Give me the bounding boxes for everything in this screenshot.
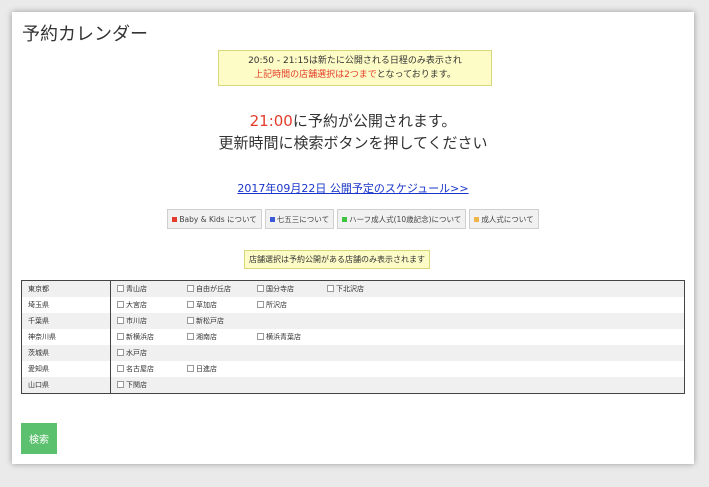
store-checkbox[interactable]: 水戸店: [117, 348, 187, 358]
reservation-panel: 予約カレンダー 20:50 - 21:15は新たに公開される日程のみ表示され 上…: [12, 12, 694, 464]
time-notice: 20:50 - 21:15は新たに公開される日程のみ表示され 上記時間の店舗選択…: [218, 50, 492, 86]
store-options: 水戸店: [111, 345, 685, 361]
store-options: 新横浜店 湘南店 横浜青葉店: [111, 329, 685, 345]
search-button[interactable]: 検索: [21, 423, 57, 454]
store-label: 水戸店: [126, 348, 147, 357]
schedule-link-wrap: 2017年09月22日 公開予定のスケジュール>>: [12, 180, 694, 196]
checkbox-icon[interactable]: [187, 333, 194, 341]
store-label: 名古屋店: [126, 364, 154, 373]
checkbox-icon[interactable]: [117, 349, 124, 357]
category-color-icon: [342, 216, 348, 222]
checkbox-icon[interactable]: [187, 365, 194, 373]
notice-suffix: となっております。: [376, 70, 456, 80]
store-options: 名古屋店 日進店: [111, 361, 685, 377]
store-checkbox[interactable]: 草加店: [187, 300, 257, 310]
store-checkbox[interactable]: 市川店: [117, 316, 187, 326]
page-title: 予約カレンダー: [22, 24, 148, 45]
table-row: 神奈川県 新横浜店 湘南店 横浜青葉店: [21, 329, 685, 345]
store-label: 所沢店: [266, 300, 287, 309]
store-label: 下北沢店: [336, 284, 364, 293]
notice-limit-text: 上記時間の店舗選択は2つまで: [254, 70, 377, 80]
store-checkbox[interactable]: 横浜青葉店: [257, 332, 327, 342]
store-checkbox[interactable]: 下関店: [117, 380, 187, 390]
checkbox-icon[interactable]: [117, 381, 124, 389]
checkbox-icon[interactable]: [117, 301, 124, 309]
prefecture-label: 東京都: [21, 280, 111, 297]
publish-time: 21:00: [249, 112, 293, 130]
table-row: 山口県 下関店: [21, 377, 685, 394]
store-note: 店舗選択は予約公開がある店舗のみ表示されます: [244, 250, 430, 269]
category-tag-label: 成人式について: [481, 214, 534, 224]
store-checkbox[interactable]: 日進店: [187, 364, 257, 374]
store-label: 自由が丘店: [196, 284, 231, 293]
store-label: 新松戸店: [196, 316, 224, 325]
store-checkbox[interactable]: 青山店: [117, 284, 187, 294]
store-checkbox[interactable]: 自由が丘店: [187, 284, 257, 294]
store-label: 日進店: [196, 364, 217, 373]
announce-line1-text: に予約が公開されます。: [292, 112, 457, 130]
notice-line2: 上記時間の店舗選択は2つまでとなっております。: [221, 68, 489, 82]
prefecture-label: 山口県: [21, 377, 111, 394]
checkbox-icon[interactable]: [117, 317, 124, 325]
prefecture-label: 神奈川県: [21, 329, 111, 345]
announce-line2: 更新時間に検索ボタンを押してください: [218, 134, 488, 152]
category-tag-label: Baby & Kids について: [179, 214, 257, 224]
store-options: 青山店 自由が丘店 国分寺店 下北沢店: [111, 281, 685, 298]
store-options: 市川店 新松戸店: [111, 313, 685, 329]
checkbox-icon[interactable]: [257, 301, 264, 309]
store-options: 大宮店 草加店 所沢店: [111, 297, 685, 313]
prefecture-label: 茨城県: [21, 345, 111, 361]
store-options: 下関店: [111, 377, 685, 394]
checkbox-icon[interactable]: [257, 285, 264, 293]
category-tags: Baby & Kids について 七五三について ハーフ成人式(10歳記念)について…: [12, 209, 694, 229]
store-label: 市川店: [126, 316, 147, 325]
store-label: 草加店: [196, 300, 217, 309]
store-label: 横浜青葉店: [266, 332, 301, 341]
category-tag-2[interactable]: ハーフ成人式(10歳記念)について: [337, 209, 467, 229]
table-row: 愛知県 名古屋店 日進店: [21, 361, 685, 377]
category-tag-3[interactable]: 成人式について: [469, 209, 539, 229]
store-label: 大宮店: [126, 300, 147, 309]
category-color-icon: [474, 216, 480, 222]
store-checkbox[interactable]: 国分寺店: [257, 284, 327, 294]
table-row: 東京都 青山店 自由が丘店 国分寺店 下北沢店: [21, 280, 685, 298]
store-label: 新横浜店: [126, 332, 154, 341]
store-checkbox[interactable]: 新松戸店: [187, 316, 257, 326]
checkbox-icon[interactable]: [327, 285, 334, 293]
checkbox-icon[interactable]: [187, 301, 194, 309]
checkbox-icon[interactable]: [187, 285, 194, 293]
store-checkbox[interactable]: 所沢店: [257, 300, 327, 310]
prefecture-label: 千葉県: [21, 313, 111, 329]
category-tag-label: 七五三について: [276, 214, 330, 224]
announce-line1: 21:00に予約が公開されます。: [12, 110, 694, 132]
store-label: 下関店: [126, 380, 147, 389]
table-row: 埼玉県 大宮店 草加店 所沢店: [21, 297, 685, 313]
table-row: 茨城県 水戸店: [21, 345, 685, 361]
store-label: 国分寺店: [266, 284, 294, 293]
notice-line1: 20:50 - 21:15は新たに公開される日程のみ表示され: [248, 56, 462, 66]
category-color-icon: [269, 216, 275, 222]
checkbox-icon[interactable]: [117, 285, 124, 293]
store-checkbox[interactable]: 下北沢店: [327, 284, 397, 294]
checkbox-icon[interactable]: [187, 317, 194, 325]
store-checkbox[interactable]: 大宮店: [117, 300, 187, 310]
table-row: 千葉県 市川店 新松戸店: [21, 313, 685, 329]
checkbox-icon[interactable]: [117, 333, 124, 341]
prefecture-label: 埼玉県: [21, 297, 111, 313]
store-table: 東京都 青山店 自由が丘店 国分寺店 下北沢店埼玉県 大宮店 草加店 所沢店千葉県 市川店 新松戸…: [21, 280, 685, 394]
store-label: 青山店: [126, 284, 147, 293]
category-color-icon: [172, 216, 178, 222]
prefecture-label: 愛知県: [21, 361, 111, 377]
store-checkbox[interactable]: 名古屋店: [117, 364, 187, 374]
checkbox-icon[interactable]: [117, 365, 124, 373]
checkbox-icon[interactable]: [257, 333, 264, 341]
publish-announcement: 21:00に予約が公開されます。 更新時間に検索ボタンを押してください: [12, 110, 694, 154]
schedule-link[interactable]: 2017年09月22日 公開予定のスケジュール>>: [237, 182, 468, 195]
category-tag-label: ハーフ成人式(10歳記念)について: [349, 214, 462, 224]
category-tag-1[interactable]: 七五三について: [264, 209, 335, 229]
store-checkbox[interactable]: 湘南店: [187, 332, 257, 342]
store-label: 湘南店: [196, 332, 217, 341]
category-tag-0[interactable]: Baby & Kids について: [167, 209, 262, 229]
store-checkbox[interactable]: 新横浜店: [117, 332, 187, 342]
